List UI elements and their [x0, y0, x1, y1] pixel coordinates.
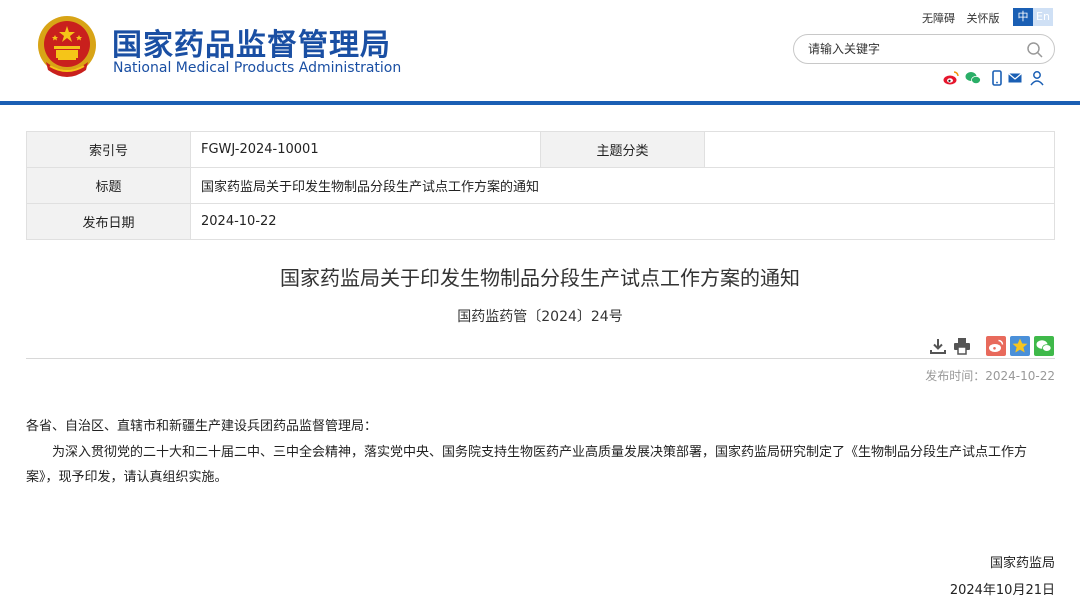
salutation: 各省、自治区、直辖市和新疆生产建设兵团药品监督管理局：: [26, 419, 378, 434]
meta-row-title: 标题 国家药监局关于印发生物制品分段生产试点工作方案的通知: [26, 167, 1055, 204]
article-title: 国家药监局关于印发生物制品分段生产试点工作方案的通知: [280, 266, 800, 290]
search-icon[interactable]: [1026, 41, 1044, 59]
meta-index-value: FGWJ-2024-10001: [190, 131, 541, 168]
meta-date-label: 发布日期: [26, 203, 191, 240]
national-emblem-icon[interactable]: [36, 14, 98, 80]
meta-title-label: 标题: [26, 167, 191, 204]
site-header: 国家药品监督管理局 National Medical Products Admi…: [0, 0, 1080, 102]
document-number: 国药监药管〔2024〕24号: [457, 309, 623, 325]
wechat-icon[interactable]: [965, 70, 981, 86]
download-icon[interactable]: [928, 336, 948, 356]
meta-category-label: 主题分类: [540, 131, 705, 168]
header-divider-bar: [0, 101, 1080, 105]
article-divider: [26, 358, 1055, 359]
accessibility-link[interactable]: 无障碍: [922, 12, 955, 25]
share-wechat-icon[interactable]: [1034, 336, 1054, 356]
mobile-icon[interactable]: [989, 70, 1005, 86]
search-box: [793, 34, 1055, 64]
meta-category-value: [704, 131, 1055, 168]
top-links: 无障碍 关怀版: [922, 10, 1008, 26]
meta-row-index: 索引号 FGWJ-2024-10001 主题分类: [26, 131, 1055, 168]
weibo-icon[interactable]: [943, 70, 959, 86]
meta-row-date: 发布日期 2024-10-22: [26, 203, 1055, 240]
elderly-mode-link[interactable]: 关怀版: [967, 12, 1000, 25]
signature-date: 2024年10月21日: [949, 583, 1055, 598]
lang-zh-button[interactable]: 中: [1013, 8, 1033, 26]
search-input[interactable]: [808, 40, 1018, 58]
print-icon[interactable]: [952, 336, 972, 356]
meta-date-value: 2024-10-22: [190, 203, 1055, 240]
meta-index-label: 索引号: [26, 131, 191, 168]
publish-time: 发布时间：2024-10-22: [925, 369, 1055, 383]
user-icon[interactable]: [1029, 70, 1045, 86]
meta-title-value: 国家药监局关于印发生物制品分段生产试点工作方案的通知: [190, 167, 1055, 204]
mail-icon[interactable]: [1007, 70, 1023, 86]
document-meta-table: 索引号 FGWJ-2024-10001 主题分类 标题 国家药监局关于印发生物制…: [26, 131, 1055, 240]
org-name-cn[interactable]: 国家药品监督管理局: [112, 20, 391, 64]
lang-en-button[interactable]: En: [1033, 8, 1053, 26]
article-body: 为深入贯彻党的二十大和二十届二中、三中全会精神，落实党中央、国务院支持生物医药产…: [26, 445, 1028, 485]
share-qzone-icon[interactable]: [1010, 336, 1030, 356]
signature-org: 国家药监局: [989, 556, 1055, 571]
org-name-en[interactable]: National Medical Products Administration: [113, 60, 401, 76]
share-weibo-icon[interactable]: [986, 336, 1006, 356]
